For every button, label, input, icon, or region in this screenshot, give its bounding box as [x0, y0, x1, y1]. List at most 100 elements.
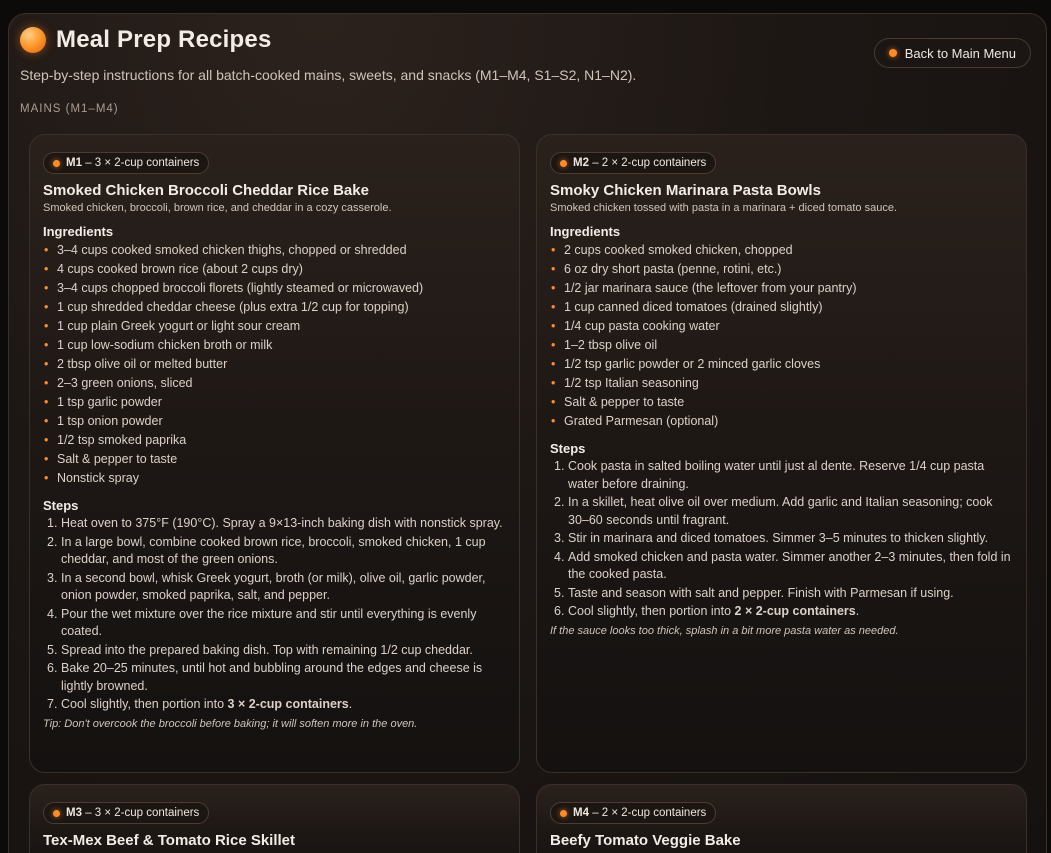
recipe-tag: M3 – 3 × 2-cup containers	[43, 802, 210, 824]
step-emphasis: 3 × 2-cup containers	[227, 697, 349, 711]
recipe-tag: M4 – 2 × 2-cup containers	[550, 802, 717, 824]
ingredient-item: 1 cup shredded cheddar cheese (plus extr…	[43, 298, 506, 317]
ingredient-item: 4 cups cooked brown rice (about 2 cups d…	[43, 260, 506, 279]
back-to-main-menu-button[interactable]: Back to Main Menu	[873, 38, 1031, 68]
recipe-title: Beefy Tomato Veggie Bake	[550, 832, 741, 849]
recipe-tip: Tip: Don't overcook the broccoli before …	[43, 717, 418, 730]
step-item: 5. Taste and season with salt and pepper.…	[550, 585, 1013, 603]
step-number: 6.	[554, 604, 565, 618]
section-label-mains: MAINS (M1–M4)	[20, 103, 119, 115]
step-number: 7.	[47, 697, 58, 711]
ingredient-item: 1 cup canned diced tomatoes (drained sli…	[550, 298, 1013, 317]
tag-text: – 3 × 2-cup containers	[85, 807, 200, 819]
ingredients-list: 3–4 cups cooked smoked chicken thighs, c…	[43, 241, 506, 488]
ingredient-item: 1/2 tsp smoked paprika	[43, 431, 506, 450]
step-text-end: .	[348, 697, 353, 711]
recipe-tag: M2 – 2 × 2-cup containers	[550, 152, 717, 174]
step-number: 3.	[47, 570, 58, 585]
ingredient-item: 3–4 cups chopped broccoli florets (light…	[43, 279, 506, 298]
step-number: 1.	[47, 516, 58, 530]
step-text: Bake 20–25 minutes, until hot and bubbli…	[61, 661, 483, 693]
step-item: 3. In a second bowl, whisk Greek yogurt, …	[43, 570, 506, 605]
step-text: Cool slightly, then portion into	[568, 604, 735, 618]
dot-icon	[888, 49, 897, 57]
ingredients-heading: Ingredients	[43, 224, 114, 239]
tag-text: – 2 × 2-cup containers	[592, 807, 707, 819]
step-item: 4. Add smoked chicken and pasta water. Si…	[550, 549, 1013, 584]
recipe-title: Tex-Mex Beef & Tomato Rice Skillet	[43, 832, 296, 849]
step-item: 6. Cool slightly, then portion into 2 × 2…	[550, 603, 1013, 621]
step-item: 5. Spread into the prepared baking dish. …	[43, 642, 506, 660]
step-text: In a second bowl, whisk Greek yogurt, br…	[61, 570, 486, 603]
step-text: Pour the wet mixture over the rice mixtu…	[61, 606, 477, 639]
orange-logo-icon	[20, 27, 46, 53]
ingredient-item: 3–4 cups cooked smoked chicken thighs, c…	[43, 241, 506, 260]
step-emphasis: 2 × 2-cup containers	[734, 604, 856, 618]
step-item: 1. Cook pasta in salted boiling water unt…	[550, 458, 1013, 493]
recipe-description: Smoked chicken, broccoli, brown rice, an…	[43, 202, 392, 214]
step-item: 1. Heat oven to 375°F (190°C). Spray a 9×…	[43, 515, 506, 533]
ingredient-item: Nonstick spray	[43, 469, 506, 488]
recipe-title: Smoked Chicken Broccoli Cheddar Rice Bak…	[43, 182, 369, 199]
step-text: Add smoked chicken and pasta water. Simm…	[568, 549, 1011, 582]
tag-code: M3	[66, 807, 82, 819]
dot-icon	[53, 159, 60, 167]
ingredient-item: 2–3 green onions, sliced	[43, 374, 506, 393]
steps-list: 1. Cook pasta in salted boiling water unt…	[550, 458, 1013, 621]
ingredient-item: Salt & pepper to taste	[43, 450, 506, 469]
step-item: 6. Bake 20–25 minutes, until hot and bubb…	[43, 660, 506, 695]
tag-code: M2	[573, 157, 589, 169]
step-number: 4.	[554, 549, 565, 564]
step-number: 1.	[554, 459, 565, 473]
ingredient-item: 2 cups cooked smoked chicken, chopped	[550, 241, 1013, 260]
dot-icon	[560, 809, 567, 817]
recipe-card-m3: M3 – 3 × 2-cup containers Tex-Mex Beef &…	[29, 784, 520, 853]
ingredient-item: 1/2 jar marinara sauce (the leftover fro…	[550, 279, 1013, 298]
step-number: 5.	[554, 585, 565, 600]
recipe-tip: If the sauce looks too thick, splash in …	[550, 624, 899, 637]
page-title: Meal Prep Recipes	[56, 26, 272, 53]
ingredient-item: Salt & pepper to taste	[550, 393, 1013, 412]
tag-text: – 2 × 2-cup containers	[592, 157, 707, 169]
step-item: 3. Stir in marinara and diced tomatoes. S…	[550, 530, 1013, 548]
steps-list: 1. Heat oven to 375°F (190°C). Spray a 9×…	[43, 515, 506, 714]
step-text: Heat oven to 375°F (190°C). Spray a 9×13…	[61, 516, 503, 530]
step-item: 2. In a large bowl, combine cooked brown …	[43, 534, 506, 569]
back-button-label: Back to Main Menu	[904, 45, 1016, 61]
step-text: Taste and season with salt and pepper. F…	[568, 585, 954, 600]
step-number: 5.	[47, 642, 58, 657]
dot-icon	[53, 809, 60, 817]
steps-heading: Steps	[550, 441, 586, 456]
ingredient-item: 1 cup low-sodium chicken broth or milk	[43, 336, 506, 355]
step-text-end: .	[855, 604, 860, 618]
step-text: Stir in marinara and diced tomatoes. Sim…	[568, 531, 989, 545]
tag-code: M1	[66, 157, 82, 169]
recipe-description: Smoked chicken tossed with pasta in a ma…	[550, 202, 897, 214]
header: Meal Prep Recipes	[20, 26, 272, 54]
ingredient-item: 1 cup plain Greek yogurt or light sour c…	[43, 317, 506, 336]
steps-heading: Steps	[43, 498, 79, 513]
tag-text: – 3 × 2-cup containers	[85, 157, 200, 169]
step-number: 2.	[47, 534, 58, 549]
step-text: Cool slightly, then portion into	[61, 697, 228, 711]
step-item: 7. Cool slightly, then portion into 3 × 2…	[43, 696, 506, 714]
ingredient-item: 1/2 tsp Italian seasoning	[550, 374, 1013, 393]
ingredient-item: 6 oz dry short pasta (penne, rotini, etc…	[550, 260, 1013, 279]
dot-icon	[560, 159, 567, 167]
ingredient-item: 1 tsp garlic powder	[43, 393, 506, 412]
recipe-title: Smoky Chicken Marinara Pasta Bowls	[550, 182, 821, 199]
ingredient-item: 1–2 tbsp olive oil	[550, 336, 1013, 355]
step-number: 2.	[554, 495, 565, 509]
recipe-card-m2: M2 – 2 × 2-cup containers Smoky Chicken …	[536, 134, 1027, 773]
tag-code: M4	[573, 807, 589, 819]
page-subtitle: Step-by-step instructions for all batch-…	[20, 67, 637, 83]
step-number: 3.	[554, 531, 565, 545]
step-text: In a skillet, heat olive oil over medium…	[568, 495, 993, 527]
step-item: 2. In a skillet, heat olive oil over medi…	[550, 494, 1013, 529]
step-text: Cook pasta in salted boiling water until…	[568, 459, 985, 491]
step-text: Spread into the prepared baking dish. To…	[61, 642, 473, 657]
step-item: 4. Pour the wet mixture over the rice mix…	[43, 606, 506, 641]
ingredient-item: 1 tsp onion powder	[43, 412, 506, 431]
ingredient-item: Grated Parmesan (optional)	[550, 412, 1013, 431]
ingredient-item: 1/4 cup pasta cooking water	[550, 317, 1013, 336]
